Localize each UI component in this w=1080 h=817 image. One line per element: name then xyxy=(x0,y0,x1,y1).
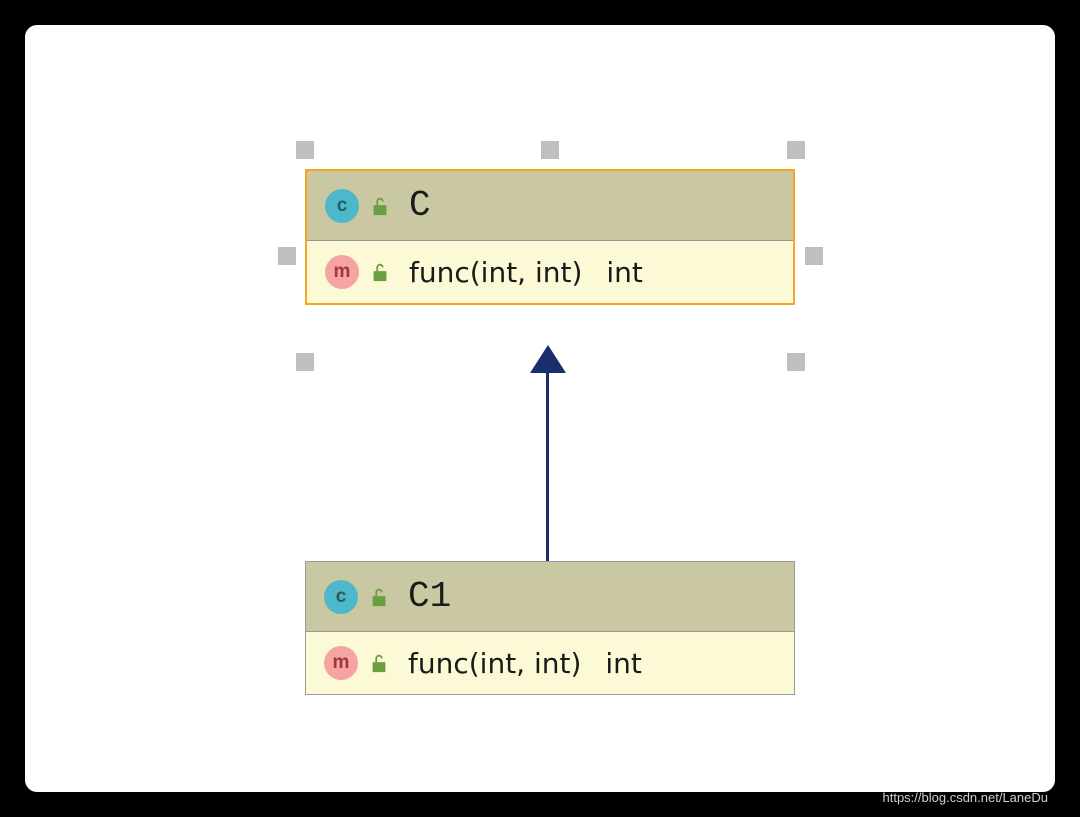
method-return-type: int xyxy=(606,256,643,289)
diagram-canvas[interactable]: c C m func(int, int) int c C xyxy=(25,25,1055,792)
inheritance-arrow-line[interactable] xyxy=(546,371,549,561)
selection-handle-sw[interactable] xyxy=(296,353,314,371)
class-name: C xyxy=(409,185,431,226)
class-box-c1[interactable]: c C1 m func(int, int) int xyxy=(305,561,795,695)
class-icon: c xyxy=(324,580,358,614)
unlock-icon xyxy=(368,652,390,674)
selection-handle-ne[interactable] xyxy=(787,141,805,159)
unlock-icon xyxy=(369,261,391,283)
unlock-icon xyxy=(368,586,390,608)
selection-handle-nw[interactable] xyxy=(296,141,314,159)
class-icon: c xyxy=(325,189,359,223)
selection-handle-n[interactable] xyxy=(541,141,559,159)
class-box-c[interactable]: c C m func(int, int) int xyxy=(305,169,795,305)
unlock-icon xyxy=(369,195,391,217)
class-header: c C xyxy=(307,171,793,241)
selection-handle-e[interactable] xyxy=(805,247,823,265)
selection-handle-se[interactable] xyxy=(787,353,805,371)
class-body: m func(int, int) int xyxy=(307,241,793,303)
method-signature: func(int, int) xyxy=(408,647,581,680)
method-icon: m xyxy=(324,646,358,680)
class-name: C1 xyxy=(408,576,451,617)
method-signature: func(int, int) xyxy=(409,256,582,289)
inheritance-arrow-head xyxy=(530,345,566,373)
watermark-text: https://blog.csdn.net/LaneDu xyxy=(882,790,1048,805)
method-icon: m xyxy=(325,255,359,289)
selection-handle-w[interactable] xyxy=(278,247,296,265)
method-return-type: int xyxy=(605,647,642,680)
class-header: c C1 xyxy=(306,562,794,632)
class-body: m func(int, int) int xyxy=(306,632,794,694)
